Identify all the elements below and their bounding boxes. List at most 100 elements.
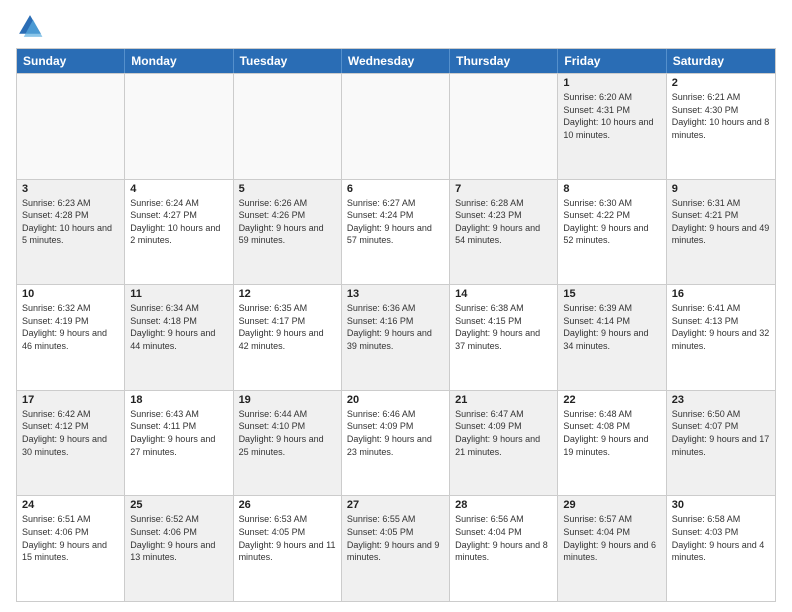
day-cell-13: 13Sunrise: 6:36 AM Sunset: 4:16 PM Dayli… (342, 285, 450, 390)
day-cell-20: 20 Sunrise: 6:46 AM Sunset: 4:09 PM Dayli… (342, 391, 450, 496)
calendar-body: 1 Sunrise: 6:20 AM Sunset: 4:31 PM Daylig… (17, 73, 775, 601)
day-info: Sunrise: 6:44 AM Sunset: 4:10 PM Dayligh… (239, 408, 336, 458)
day-info: Sunrise: 6:30 AM Sunset: 4:22 PM Dayligh… (563, 197, 660, 247)
calendar-row-2: 10Sunrise: 6:32 AM Sunset: 4:19 PM Dayli… (17, 284, 775, 390)
day-number: 9 (672, 183, 770, 195)
day-cell-17: 17 Sunrise: 6:42 AM Sunset: 4:12 PM Dayli… (17, 391, 125, 496)
page: SundayMondayTuesdayWednesdayThursdayFrid… (0, 0, 792, 612)
day-info: Sunrise: 6:26 AM Sunset: 4:26 PM Dayligh… (239, 197, 336, 247)
weekday-header-wednesday: Wednesday (342, 49, 450, 73)
calendar-row-0: 1 Sunrise: 6:20 AM Sunset: 4:31 PM Daylig… (17, 73, 775, 179)
day-cell-22: 22 Sunrise: 6:48 AM Sunset: 4:08 PM Dayli… (558, 391, 666, 496)
day-info: Sunrise: 6:43 AM Sunset: 4:11 PM Dayligh… (130, 408, 227, 458)
day-cell-27: 27Sunrise: 6:55 AM Sunset: 4:05 PM Dayli… (342, 496, 450, 601)
day-number: 18 (130, 394, 227, 406)
day-number: 7 (455, 183, 552, 195)
day-number: 26 (239, 499, 336, 511)
day-cell-12: 12Sunrise: 6:35 AM Sunset: 4:17 PM Dayli… (234, 285, 342, 390)
logo-icon (16, 12, 44, 40)
day-number: 17 (22, 394, 119, 406)
day-cell-30: 30 Sunrise: 6:58 AM Sunset: 4:03 PM Dayli… (667, 496, 775, 601)
day-cell-1: 1 Sunrise: 6:20 AM Sunset: 4:31 PM Daylig… (558, 74, 666, 179)
calendar: SundayMondayTuesdayWednesdayThursdayFrid… (16, 48, 776, 602)
day-cell-15: 15 Sunrise: 6:39 AM Sunset: 4:14 PM Dayli… (558, 285, 666, 390)
day-info: Sunrise: 6:38 AM Sunset: 4:15 PM Dayligh… (455, 302, 552, 352)
day-cell-10: 10Sunrise: 6:32 AM Sunset: 4:19 PM Dayli… (17, 285, 125, 390)
day-number: 8 (563, 183, 660, 195)
day-number: 27 (347, 499, 444, 511)
day-cell-25: 25 Sunrise: 6:52 AM Sunset: 4:06 PM Dayli… (125, 496, 233, 601)
day-number: 2 (672, 77, 770, 89)
day-number: 3 (22, 183, 119, 195)
day-cell-6: 6 Sunrise: 6:27 AM Sunset: 4:24 PM Daylig… (342, 180, 450, 285)
day-info: Sunrise: 6:34 AM Sunset: 4:18 PM Dayligh… (130, 302, 227, 352)
day-info: Sunrise: 6:36 AM Sunset: 4:16 PM Dayligh… (347, 302, 444, 352)
empty-cell-0-4 (450, 74, 558, 179)
day-number: 15 (563, 288, 660, 300)
weekday-header-tuesday: Tuesday (234, 49, 342, 73)
empty-cell-0-2 (234, 74, 342, 179)
day-info: Sunrise: 6:31 AM Sunset: 4:21 PM Dayligh… (672, 197, 770, 247)
day-cell-3: 3Sunrise: 6:23 AM Sunset: 4:28 PM Daylig… (17, 180, 125, 285)
day-cell-24: 24 Sunrise: 6:51 AM Sunset: 4:06 PM Dayli… (17, 496, 125, 601)
day-number: 25 (130, 499, 227, 511)
calendar-row-4: 24 Sunrise: 6:51 AM Sunset: 4:06 PM Dayli… (17, 495, 775, 601)
weekday-header-thursday: Thursday (450, 49, 558, 73)
day-info: Sunrise: 6:51 AM Sunset: 4:06 PM Dayligh… (22, 513, 119, 563)
calendar-row-1: 3Sunrise: 6:23 AM Sunset: 4:28 PM Daylig… (17, 179, 775, 285)
day-info: Sunrise: 6:52 AM Sunset: 4:06 PM Dayligh… (130, 513, 227, 563)
empty-cell-0-3 (342, 74, 450, 179)
empty-cell-0-0 (17, 74, 125, 179)
day-info: Sunrise: 6:47 AM Sunset: 4:09 PM Dayligh… (455, 408, 552, 458)
calendar-header: SundayMondayTuesdayWednesdayThursdayFrid… (17, 49, 775, 73)
day-info: Sunrise: 6:39 AM Sunset: 4:14 PM Dayligh… (563, 302, 660, 352)
day-number: 21 (455, 394, 552, 406)
weekday-header-friday: Friday (558, 49, 666, 73)
day-info: Sunrise: 6:48 AM Sunset: 4:08 PM Dayligh… (563, 408, 660, 458)
day-number: 23 (672, 394, 770, 406)
day-cell-5: 5Sunrise: 6:26 AM Sunset: 4:26 PM Daylig… (234, 180, 342, 285)
day-cell-7: 7 Sunrise: 6:28 AM Sunset: 4:23 PM Daylig… (450, 180, 558, 285)
weekday-header-sunday: Sunday (17, 49, 125, 73)
day-cell-23: 23 Sunrise: 6:50 AM Sunset: 4:07 PM Dayli… (667, 391, 775, 496)
weekday-header-saturday: Saturday (667, 49, 775, 73)
day-info: Sunrise: 6:58 AM Sunset: 4:03 PM Dayligh… (672, 513, 770, 563)
day-cell-21: 21 Sunrise: 6:47 AM Sunset: 4:09 PM Dayli… (450, 391, 558, 496)
day-info: Sunrise: 6:42 AM Sunset: 4:12 PM Dayligh… (22, 408, 119, 458)
day-cell-4: 4Sunrise: 6:24 AM Sunset: 4:27 PM Daylig… (125, 180, 233, 285)
day-number: 16 (672, 288, 770, 300)
day-number: 19 (239, 394, 336, 406)
day-info: Sunrise: 6:50 AM Sunset: 4:07 PM Dayligh… (672, 408, 770, 458)
day-number: 14 (455, 288, 552, 300)
day-info: Sunrise: 6:57 AM Sunset: 4:04 PM Dayligh… (563, 513, 660, 563)
day-info: Sunrise: 6:56 AM Sunset: 4:04 PM Dayligh… (455, 513, 552, 563)
day-number: 12 (239, 288, 336, 300)
day-number: 22 (563, 394, 660, 406)
day-number: 1 (563, 77, 660, 89)
day-cell-8: 8 Sunrise: 6:30 AM Sunset: 4:22 PM Daylig… (558, 180, 666, 285)
day-cell-18: 18 Sunrise: 6:43 AM Sunset: 4:11 PM Dayli… (125, 391, 233, 496)
day-number: 10 (22, 288, 119, 300)
day-number: 6 (347, 183, 444, 195)
day-info: Sunrise: 6:24 AM Sunset: 4:27 PM Dayligh… (130, 197, 227, 247)
day-number: 11 (130, 288, 227, 300)
day-cell-26: 26Sunrise: 6:53 AM Sunset: 4:05 PM Dayli… (234, 496, 342, 601)
day-info: Sunrise: 6:27 AM Sunset: 4:24 PM Dayligh… (347, 197, 444, 247)
logo (16, 12, 48, 40)
day-info: Sunrise: 6:20 AM Sunset: 4:31 PM Dayligh… (563, 91, 660, 141)
day-info: Sunrise: 6:28 AM Sunset: 4:23 PM Dayligh… (455, 197, 552, 247)
day-info: Sunrise: 6:41 AM Sunset: 4:13 PM Dayligh… (672, 302, 770, 352)
day-cell-19: 19 Sunrise: 6:44 AM Sunset: 4:10 PM Dayli… (234, 391, 342, 496)
day-cell-14: 14 Sunrise: 6:38 AM Sunset: 4:15 PM Dayli… (450, 285, 558, 390)
day-cell-11: 11 Sunrise: 6:34 AM Sunset: 4:18 PM Dayli… (125, 285, 233, 390)
day-number: 28 (455, 499, 552, 511)
day-number: 30 (672, 499, 770, 511)
header (16, 12, 776, 40)
day-cell-28: 28 Sunrise: 6:56 AM Sunset: 4:04 PM Dayli… (450, 496, 558, 601)
day-info: Sunrise: 6:46 AM Sunset: 4:09 PM Dayligh… (347, 408, 444, 458)
day-number: 24 (22, 499, 119, 511)
day-number: 29 (563, 499, 660, 511)
weekday-header-monday: Monday (125, 49, 233, 73)
day-info: Sunrise: 6:21 AM Sunset: 4:30 PM Dayligh… (672, 91, 770, 141)
day-number: 20 (347, 394, 444, 406)
